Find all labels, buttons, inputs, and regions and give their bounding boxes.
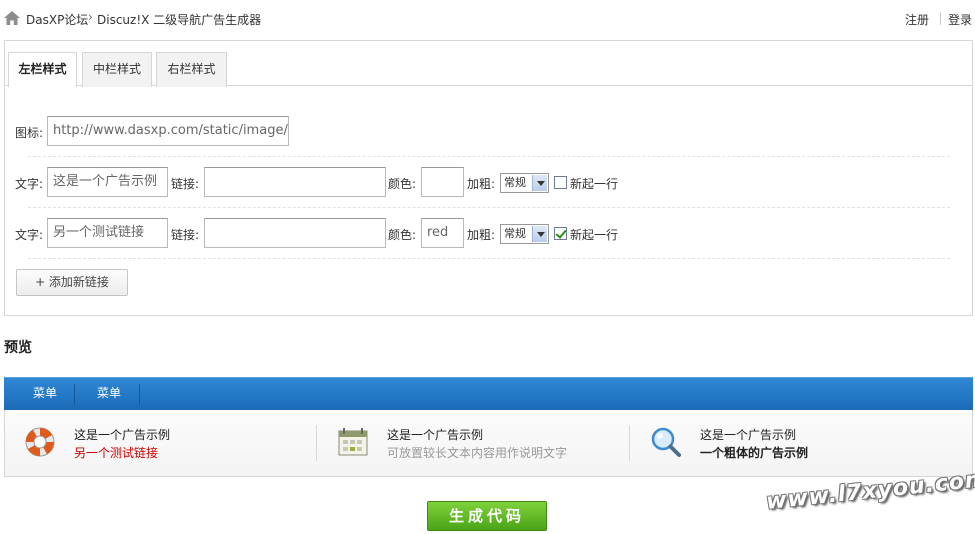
nav-menu-item[interactable]: 菜单 (22, 378, 68, 411)
bold-label: 加粗: (467, 177, 496, 191)
tab-middle-column[interactable]: 中栏样式 (82, 52, 152, 87)
preview-ad-item[interactable]: 这是一个广告示例 一个粗体的广告示例 (648, 420, 948, 468)
nav-separator (139, 384, 140, 405)
lifebuoy-icon (25, 427, 55, 457)
bold-select-value: 常规 (504, 176, 526, 189)
ad-subtitle[interactable]: 另一个测试链接 (74, 444, 158, 461)
preview-title: 预览 (4, 340, 32, 356)
bold-label: 加粗: (467, 228, 496, 242)
color-input[interactable]: red (421, 218, 464, 248)
text-input[interactable]: 另一个测试链接 (47, 218, 168, 248)
chevron-down-icon[interactable] (532, 175, 547, 191)
link-input[interactable] (204, 167, 386, 197)
tab-left-column[interactable]: 左栏样式 (8, 52, 77, 87)
breadcrumb-current: Discuz!X 二级导航广告生成器 (97, 13, 262, 27)
top-links-divider (940, 12, 941, 25)
text-label: 文字: (15, 177, 44, 191)
newline-checkbox[interactable] (554, 227, 567, 240)
style-tabs: 左栏样式 中栏样式 右栏样式 (5, 41, 972, 87)
calendar-icon (338, 428, 368, 456)
tab-right-column[interactable]: 右栏样式 (156, 52, 227, 87)
preview-ad-item[interactable]: 这是一个广告示例 另一个测试链接 (22, 420, 312, 468)
ad-title[interactable]: 这是一个广告示例 (700, 426, 796, 443)
newline-label: 新起一行 (570, 228, 619, 242)
newline-checkbox[interactable] (554, 176, 567, 189)
generate-code-button[interactable]: 生成代码 (427, 501, 547, 531)
ad-divider (316, 425, 317, 461)
home-icon[interactable] (4, 11, 20, 25)
editor-panel: 左栏样式 中栏样式 右栏样式 图标: http://www.dasxp.com/… (4, 40, 973, 316)
ad-subtitle[interactable]: 一个粗体的广告示例 (700, 444, 808, 461)
ad-subtitle[interactable]: 可放置较长文本内容用作说明文字 (387, 444, 567, 461)
ad-divider (629, 425, 630, 461)
bold-select-value: 常规 (504, 227, 526, 240)
row-divider (28, 207, 950, 208)
register-link[interactable]: 注册 (905, 11, 929, 28)
icon-url-input[interactable]: http://www.dasxp.com/static/image/ba (47, 116, 289, 146)
color-label: 颜色: (388, 177, 417, 191)
bold-select[interactable]: 常规 (500, 224, 549, 244)
chevron-down-icon[interactable] (532, 226, 547, 242)
link-label: 链接: (171, 228, 200, 242)
row-divider (28, 156, 950, 157)
link-input[interactable] (204, 218, 386, 248)
magnifier-icon (651, 427, 681, 457)
bold-select[interactable]: 常规 (500, 173, 549, 193)
color-input[interactable] (421, 167, 464, 197)
breadcrumb-site-link[interactable]: DasXP论坛 (26, 11, 88, 28)
color-label: 颜色: (388, 228, 417, 242)
ad-title[interactable]: 这是一个广告示例 (74, 426, 170, 443)
ad-title[interactable]: 这是一个广告示例 (387, 426, 483, 443)
icon-label: 图标: (15, 126, 44, 140)
link-label: 链接: (171, 177, 200, 191)
breadcrumb-separator: › (88, 10, 93, 24)
add-link-button[interactable]: + 添加新链接 (16, 269, 128, 296)
nav-separator (74, 384, 75, 405)
preview-ad-item[interactable]: 这是一个广告示例 可放置较长文本内容用作说明文字 (335, 420, 625, 468)
login-link[interactable]: 登录 (948, 11, 972, 28)
preview-nav-bar: 菜单 菜单 (4, 377, 973, 410)
text-label: 文字: (15, 228, 44, 242)
top-bar: DasXP论坛 › Discuz!X 二级导航广告生成器 注册 登录 (0, 0, 975, 38)
text-input[interactable]: 这是一个广告示例 (47, 167, 168, 197)
newline-label: 新起一行 (570, 177, 619, 191)
row-divider (28, 258, 950, 259)
nav-menu-item[interactable]: 菜单 (86, 378, 132, 411)
